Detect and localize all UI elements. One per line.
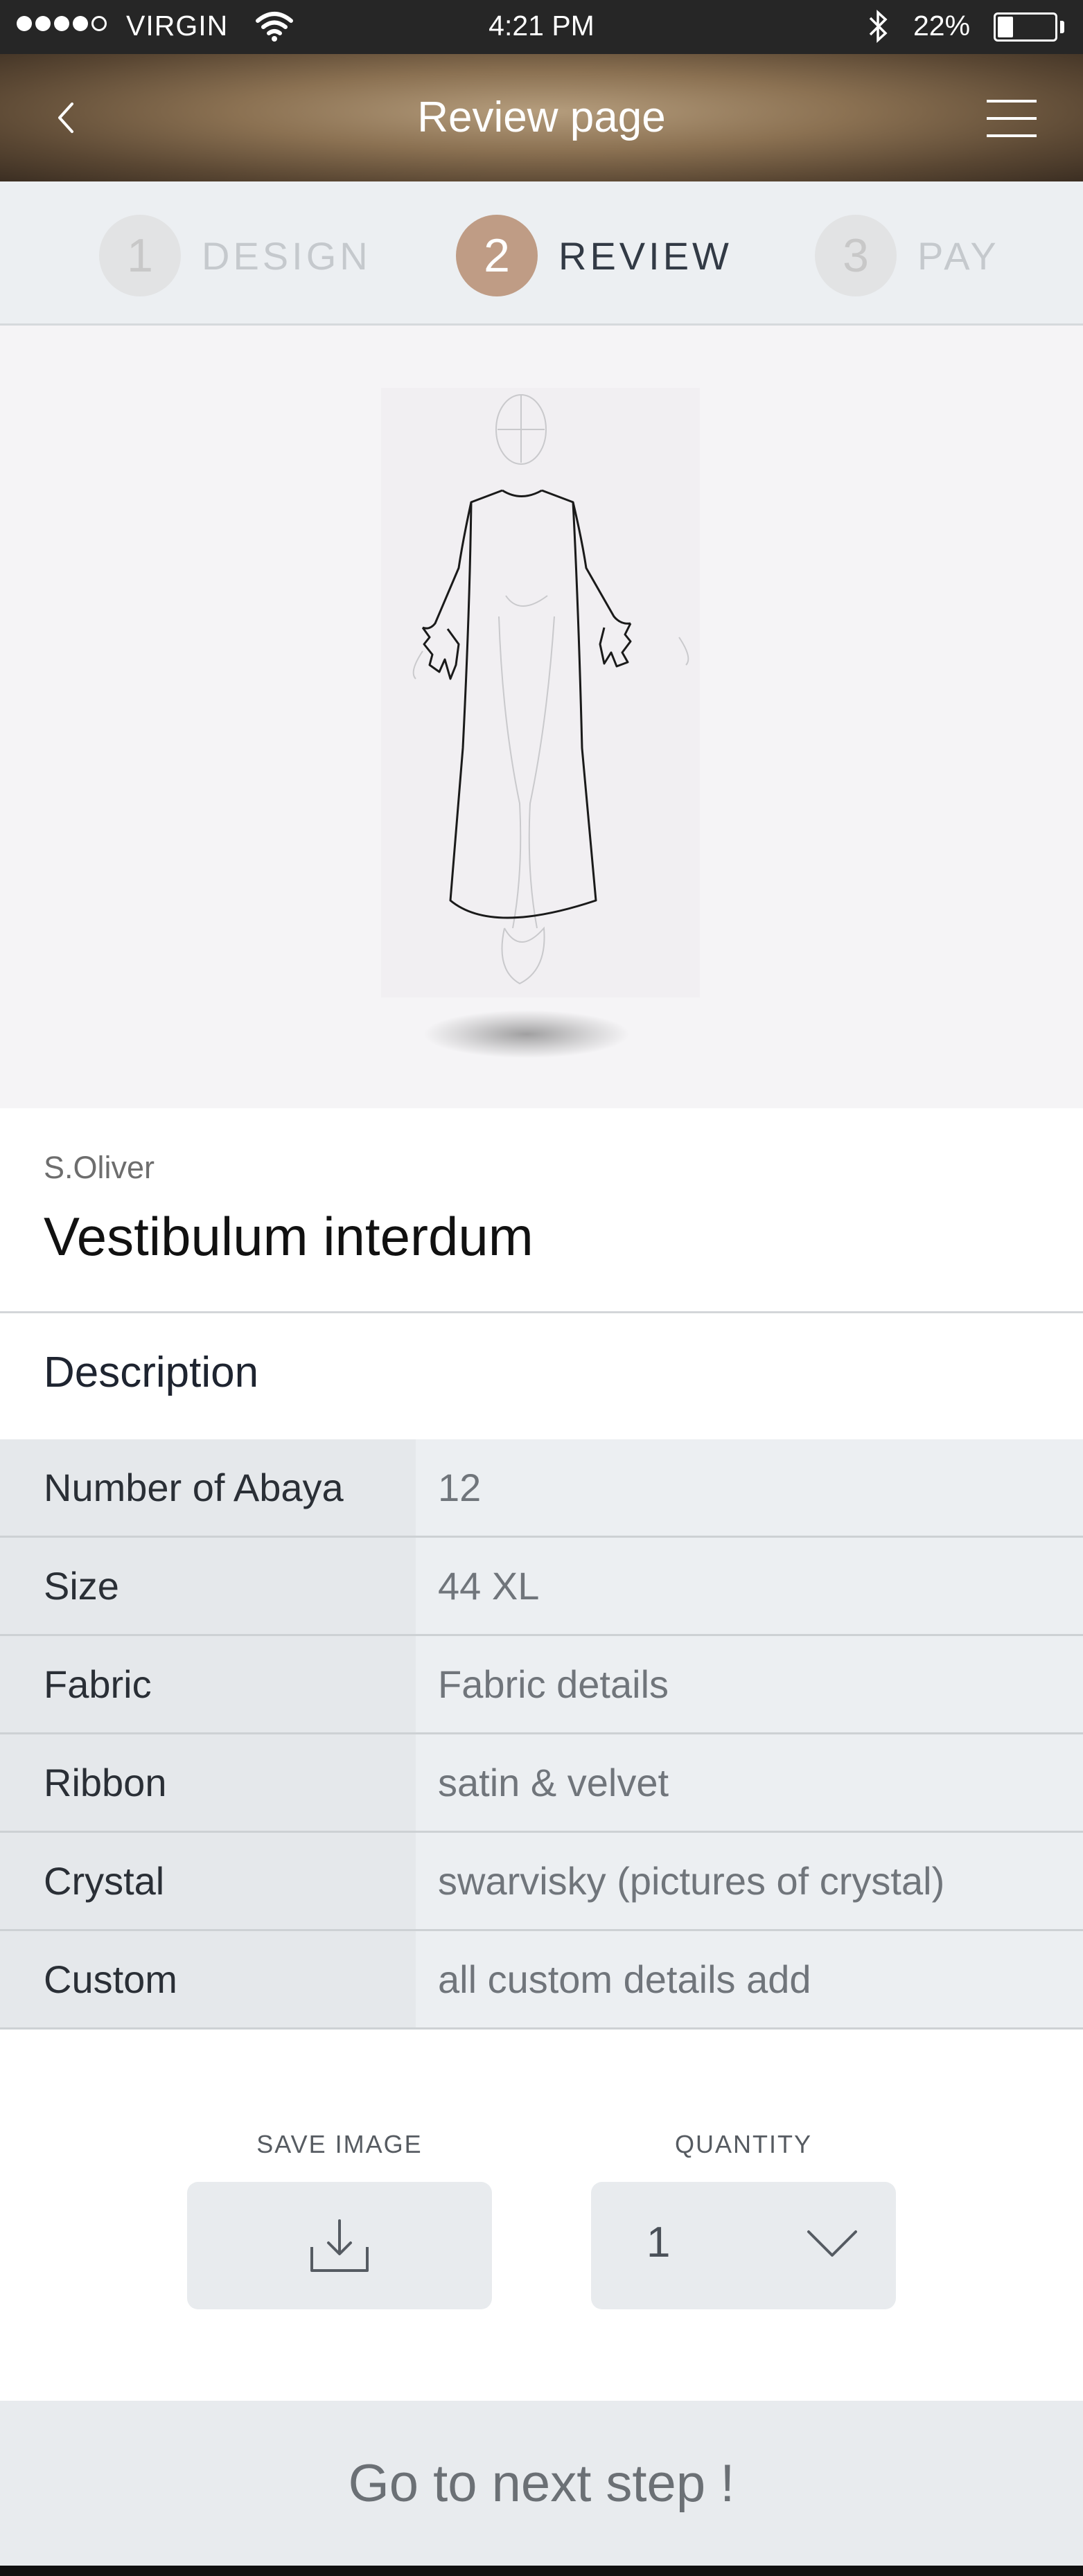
divider	[0, 1311, 1083, 1313]
table-row: Number of Abaya 12	[0, 1439, 1083, 1538]
step-review[interactable]: 2 REVIEW	[456, 214, 732, 297]
battery-icon	[994, 12, 1057, 42]
row-value: satin & velvet	[416, 1734, 1083, 1831]
row-key: Size	[0, 1538, 416, 1634]
menu-button[interactable]	[987, 98, 1037, 139]
save-image-button[interactable]	[187, 2182, 492, 2309]
bluetooth-icon	[865, 6, 892, 51]
step-number: 3	[815, 215, 897, 296]
battery-percentage: 22%	[913, 10, 971, 42]
table-row: Crystal swarvisky (pictures of crystal)	[0, 1833, 1083, 1931]
table-row: Size 44 XL	[0, 1538, 1083, 1636]
product-name: Vestibulum interdum	[44, 1206, 534, 1267]
checkout-stepper: 1 DESIGN 2 REVIEW 3 PAY	[0, 181, 1083, 326]
table-row: Fabric Fabric details	[0, 1636, 1083, 1734]
table-row: Custom all custom details add	[0, 1931, 1083, 2029]
step-number: 2	[456, 215, 538, 296]
step-number: 1	[99, 215, 181, 296]
row-value: all custom details add	[416, 1931, 1083, 2027]
nav-header: Review page	[0, 54, 1083, 181]
product-brand: S.Oliver	[44, 1150, 155, 1185]
step-label: REVIEW	[558, 233, 732, 278]
next-step-button[interactable]: Go to next step !	[0, 2401, 1083, 2566]
table-row: Ribbon satin & velvet	[0, 1734, 1083, 1833]
chevron-down-icon	[807, 2230, 857, 2257]
figure-shadow	[423, 1010, 631, 1058]
row-key: Number of Abaya	[0, 1439, 416, 1536]
quantity-select[interactable]: 1	[591, 2182, 896, 2309]
row-key: Fabric	[0, 1636, 416, 1732]
row-key: Crystal	[0, 1833, 416, 1929]
row-value: 44 XL	[416, 1538, 1083, 1634]
design-preview	[0, 326, 1083, 1108]
row-value: Fabric details	[416, 1636, 1083, 1732]
quantity-label: QUANTITY	[674, 2130, 812, 2158]
abaya-sketch-image	[381, 388, 700, 1011]
row-value: 12	[416, 1439, 1083, 1536]
step-label: DESIGN	[202, 233, 371, 278]
row-key: Custom	[0, 1931, 416, 2027]
description-heading: Description	[44, 1349, 259, 1396]
step-design[interactable]: 1 DESIGN	[99, 214, 371, 297]
download-icon	[310, 2219, 369, 2272]
save-image-label: SAVE IMAGE	[256, 2130, 423, 2158]
step-pay[interactable]: 3 PAY	[815, 214, 1000, 297]
row-value: swarvisky (pictures of crystal)	[416, 1833, 1083, 1929]
bottom-bar	[0, 2566, 1083, 2576]
row-key: Ribbon	[0, 1734, 416, 1831]
quantity-value: 1	[646, 2219, 671, 2266]
step-label: PAY	[917, 233, 1000, 278]
description-table: Number of Abaya 12 Size 44 XL Fabric Fab…	[0, 1439, 1083, 2029]
status-bar: VIRGIN 4:21 PM 22%	[0, 0, 1083, 54]
page-title: Review page	[417, 94, 666, 141]
